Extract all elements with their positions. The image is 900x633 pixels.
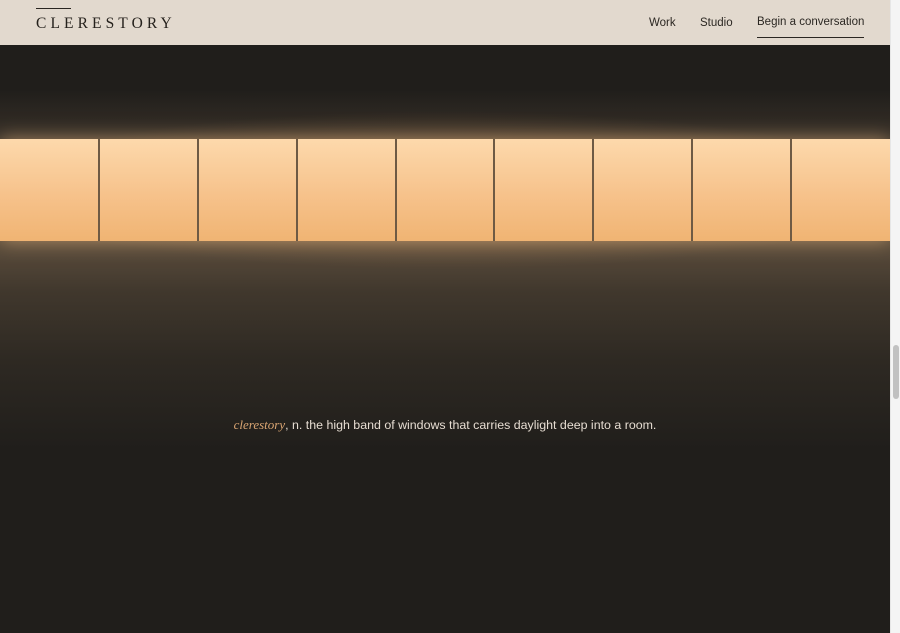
scrollbar-thumb[interactable] — [893, 345, 899, 399]
page-scrollbar[interactable] — [890, 0, 900, 633]
logo-rule — [36, 8, 71, 9]
window-mullion — [197, 139, 199, 241]
window-mullion — [493, 139, 495, 241]
definition-term: clerestory — [233, 417, 286, 433]
window-mullion — [296, 139, 298, 241]
clerestory-window-band — [0, 139, 890, 241]
definition-text: , n. the high band of windows that carri… — [285, 418, 657, 433]
window-mullion — [691, 139, 693, 241]
window-mullion — [592, 139, 594, 241]
site-header: CLERESTORY Work Studio Begin a conversat… — [0, 0, 890, 45]
nav-work-link[interactable]: Work — [649, 16, 676, 36]
logo-wordmark: CLERESTORY — [36, 15, 176, 32]
definition-line: clerestory, n. the high band of windows … — [0, 417, 890, 433]
page-viewport: CLERESTORY Work Studio Begin a conversat… — [0, 0, 890, 633]
window-mullion — [98, 139, 100, 241]
begin-conversation-link[interactable]: Begin a conversation — [757, 15, 865, 38]
window-mullion — [395, 139, 397, 241]
nav-studio-link[interactable]: Studio — [700, 16, 733, 36]
window-mullion — [790, 139, 792, 241]
